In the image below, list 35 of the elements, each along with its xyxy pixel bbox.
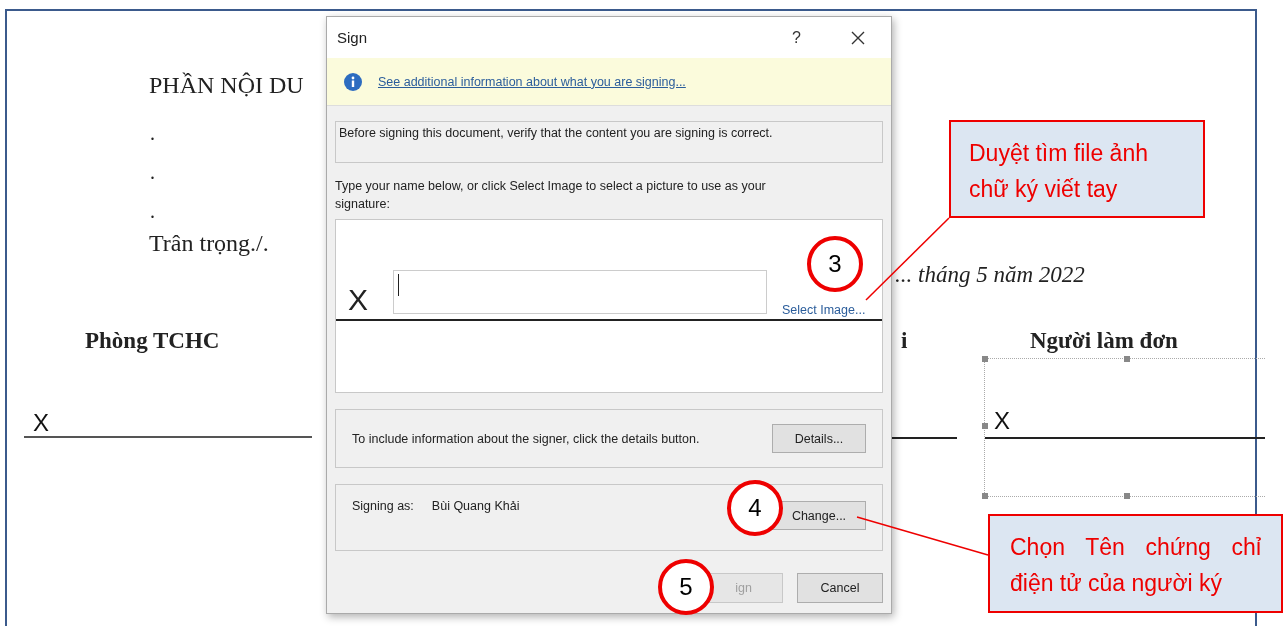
dialog-button[interactable]: Cancel	[797, 573, 883, 603]
info-icon	[344, 72, 362, 91]
name-input-field[interactable]	[393, 270, 767, 314]
signer-title: i	[901, 329, 908, 352]
signer-title: Phòng TCHC	[85, 329, 220, 352]
signature-line-box[interactable]: X	[984, 358, 1265, 497]
bullet-dot: .	[150, 201, 155, 221]
callout-note: Chọn Tên chứng chỉ điện tử của người ký	[988, 514, 1283, 613]
help-button[interactable]: ?	[792, 28, 801, 47]
resize-handle[interactable]	[1124, 493, 1130, 499]
document-heading: PHẦN NỘI DU	[149, 73, 304, 97]
details-button[interactable]: Details...	[772, 424, 866, 453]
signature-mark: X	[33, 411, 49, 435]
notice-text: Before signing this document, verify that the content you are signing is correct.	[335, 121, 883, 163]
resize-handle[interactable]	[1124, 356, 1130, 362]
resize-handle[interactable]	[982, 423, 988, 429]
date-text: ... tháng 5 năm 2022	[895, 263, 1085, 286]
signing-as-label: Signing as:	[352, 499, 414, 513]
signer-name: Bùi Quang Khải	[431, 499, 520, 513]
change-button[interactable]: Change...	[772, 501, 866, 530]
resize-handle[interactable]	[982, 356, 988, 362]
bullet-dot: .	[150, 123, 155, 143]
instructions-text: Type your name below, or click Select Image to select a picture to use as your signature:	[335, 178, 767, 213]
resize-handle[interactable]	[982, 493, 988, 499]
bullet-dot: .	[150, 162, 155, 182]
signer-title: Người làm đơn	[1030, 329, 1178, 352]
closing-text: Trân trọng./.	[149, 231, 269, 255]
callout-note: Duyệt tìm file ảnh chữ ký viết tay	[949, 120, 1205, 218]
signature-mark: X	[994, 409, 1010, 433]
info-link[interactable]: See additional information about what you are signing...	[378, 74, 686, 89]
details-text: To include information about the signer, click the details button.	[352, 431, 700, 446]
close-icon[interactable]	[851, 30, 865, 45]
dialog-title: Sign	[337, 29, 369, 46]
signature-mark: X	[348, 285, 368, 315]
select-image-link[interactable]: Select Image...	[782, 303, 866, 317]
